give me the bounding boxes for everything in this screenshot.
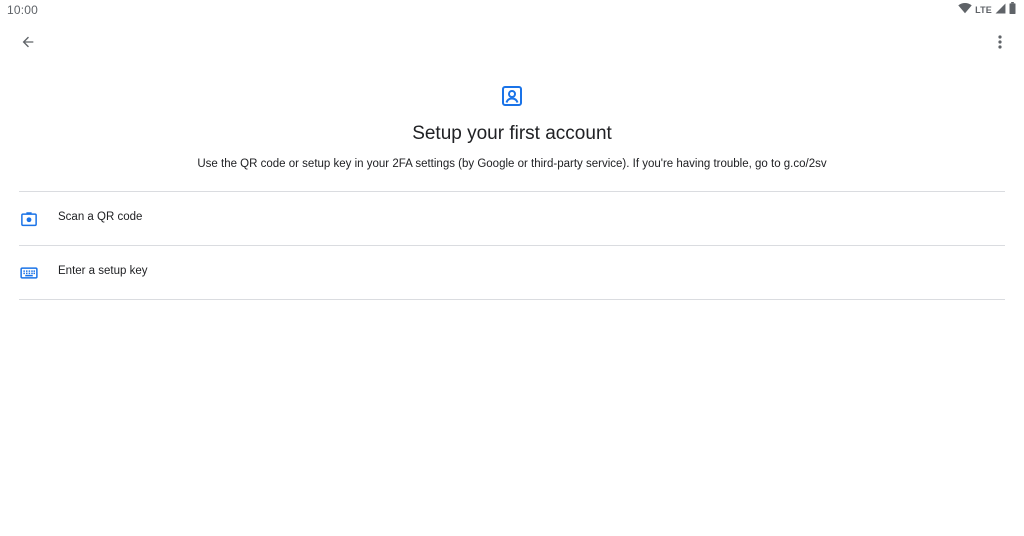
arrow-back-icon [20, 34, 36, 55]
page-title: Setup your first account [412, 123, 612, 144]
page-subtitle: Use the QR code or setup key in your 2FA… [197, 158, 827, 170]
more-options-button[interactable] [988, 30, 1012, 58]
status-time: 10:00 [7, 3, 39, 17]
keyboard-icon [20, 264, 38, 282]
network-type: LTE [975, 5, 992, 15]
status-icons: LTE [958, 1, 1016, 19]
enter-setup-key-option[interactable]: Enter a setup key [0, 246, 1024, 299]
screen: 10:00 LTE Setup your first account Use t… [0, 0, 1024, 536]
wifi-icon [958, 1, 972, 19]
scan-qr-code-label: Scan a QR code [58, 211, 143, 223]
status-bar: 10:00 LTE [0, 0, 1024, 20]
battery-icon [1009, 1, 1016, 19]
account-box-icon [500, 84, 524, 108]
camera-icon [20, 210, 38, 228]
scan-qr-code-option[interactable]: Scan a QR code [0, 192, 1024, 245]
divider [19, 299, 1005, 300]
cell-signal-icon [995, 1, 1006, 19]
enter-setup-key-label: Enter a setup key [58, 265, 148, 277]
app-bar [0, 22, 1024, 66]
back-button[interactable] [14, 30, 42, 58]
more-vert-icon [998, 34, 1002, 54]
